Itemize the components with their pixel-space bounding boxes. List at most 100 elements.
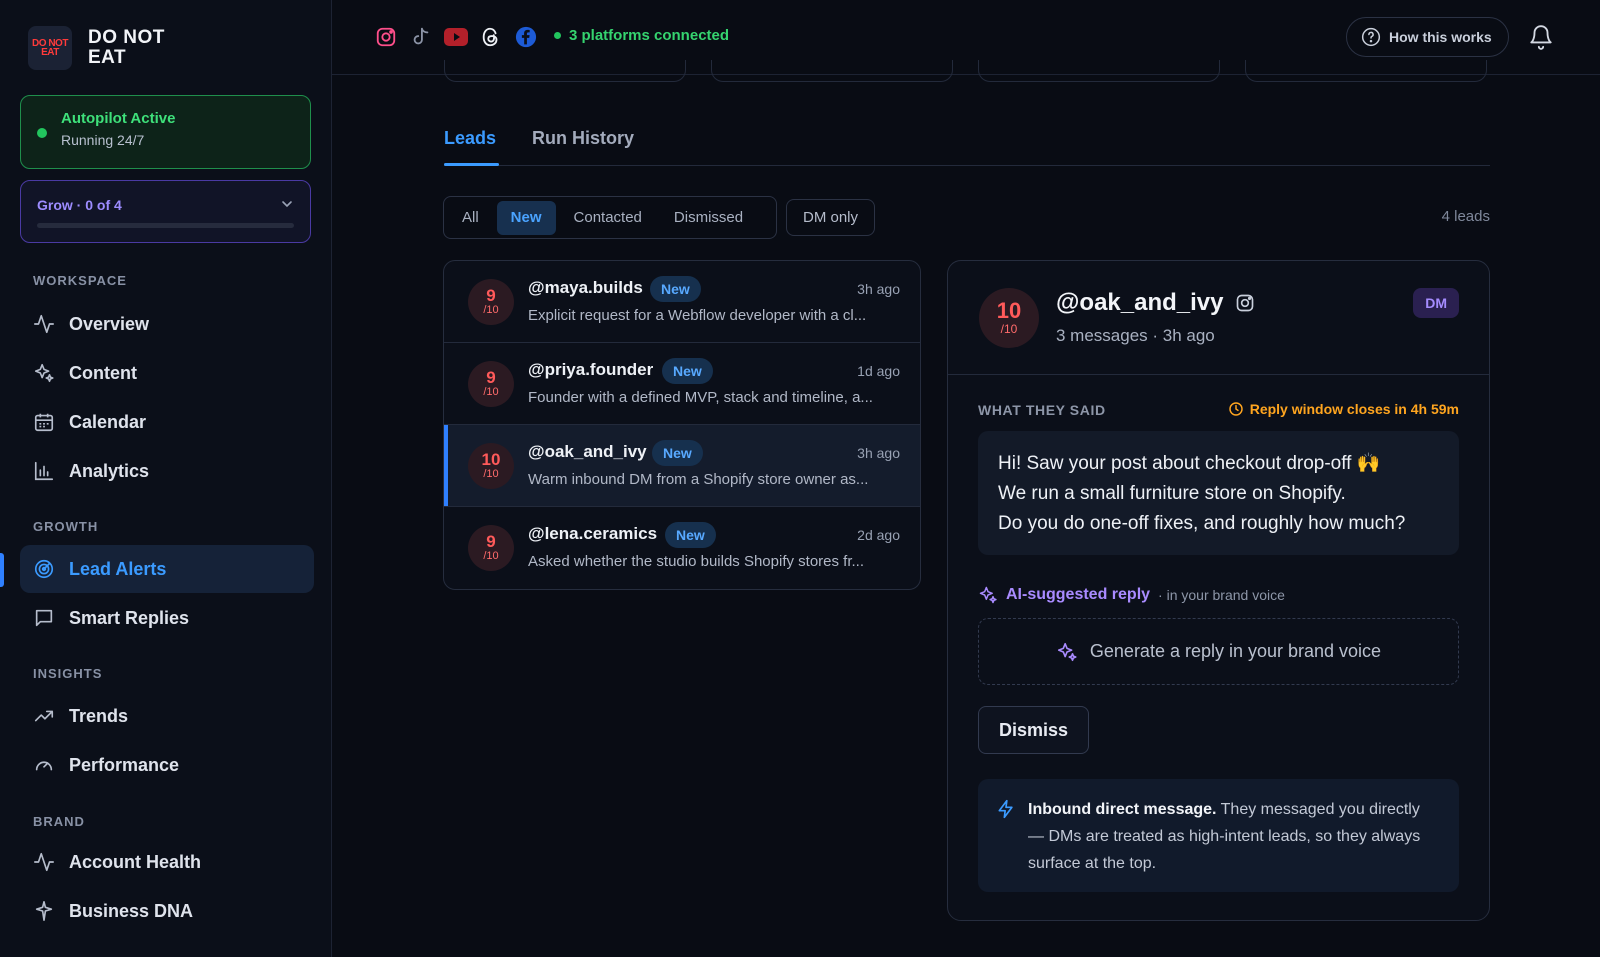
score-denominator: /10 bbox=[483, 468, 499, 480]
brand-name-line1: DO NOT bbox=[88, 27, 165, 48]
filter-new[interactable]: New bbox=[496, 200, 556, 235]
dna-icon bbox=[33, 900, 55, 922]
sidebar-item-account-health[interactable]: Account Health bbox=[20, 838, 314, 886]
sidebar-item-lead-alerts[interactable]: Lead Alerts bbox=[20, 545, 314, 593]
score-denominator: /10 bbox=[1000, 321, 1018, 336]
sidebar-item-label: Performance bbox=[69, 754, 180, 775]
generate-reply-label: Generate a reply in your brand voice bbox=[1089, 641, 1382, 661]
tab-bar: Leads Run History bbox=[444, 126, 1490, 166]
score-value: 9 bbox=[486, 532, 496, 551]
instagram-icon[interactable] bbox=[374, 25, 398, 49]
sidebar-item-label: Lead Alerts bbox=[69, 558, 167, 579]
sidebar-item-label: Calendar bbox=[69, 411, 147, 432]
sidebar-item-label: Trends bbox=[69, 705, 129, 726]
generate-reply-button[interactable]: Generate a reply in your brand voice bbox=[978, 618, 1459, 685]
lead-snippet: Warm inbound DM from a Shopify store own… bbox=[528, 471, 869, 488]
lead-handle: @lena.ceramics bbox=[528, 524, 658, 543]
sidebar-item-label: Business DNA bbox=[69, 900, 194, 921]
inbound-message: Hi! Saw your post about checkout drop-of… bbox=[978, 431, 1459, 555]
lead-handle: @maya.builds bbox=[528, 278, 643, 297]
radar-icon bbox=[33, 558, 55, 580]
how-this-works-button[interactable]: How this works bbox=[1346, 17, 1509, 57]
score-value: 9 bbox=[486, 368, 496, 387]
activity-icon bbox=[33, 851, 55, 873]
sidebar-item-overview[interactable]: Overview bbox=[20, 300, 314, 348]
bell-icon[interactable] bbox=[1528, 24, 1554, 50]
gauge-icon bbox=[33, 754, 55, 776]
score-denominator: /10 bbox=[483, 550, 499, 562]
how-this-works-label: How this works bbox=[1389, 29, 1492, 45]
youtube-icon[interactable] bbox=[444, 25, 468, 49]
clock-icon bbox=[1228, 402, 1243, 416]
score-denominator: /10 bbox=[483, 304, 499, 316]
brand-name-line2: EAT bbox=[88, 47, 127, 68]
filter-all[interactable]: All bbox=[448, 201, 493, 235]
zap-icon bbox=[998, 799, 1013, 819]
active-nav-indicator bbox=[0, 553, 4, 587]
lead-list: 9/10 @maya.builds New 3h ago Explicit re… bbox=[443, 260, 921, 590]
dismiss-button[interactable]: Dismiss bbox=[978, 706, 1090, 754]
lead-count: 4 leads bbox=[1441, 208, 1490, 225]
tab-run-history[interactable]: Run History bbox=[532, 128, 634, 149]
connected-dot-icon bbox=[554, 32, 561, 39]
ai-reply-heading: AI-suggested reply · in your brand voice bbox=[978, 585, 1285, 605]
calendar-icon bbox=[33, 411, 55, 433]
activity-icon bbox=[33, 313, 55, 335]
lead-time: 3h ago bbox=[857, 281, 900, 297]
lead-row[interactable]: 9/10 @priya.founder New 1d ago Founder w… bbox=[444, 343, 920, 425]
inbound-dm-info: Inbound direct message. They messaged yo… bbox=[978, 779, 1459, 892]
facebook-icon[interactable] bbox=[514, 25, 538, 49]
new-badge: New bbox=[650, 276, 701, 302]
status-dot-icon bbox=[37, 128, 47, 138]
threads-icon[interactable] bbox=[479, 25, 503, 49]
lead-row-selected[interactable]: 10/10 @oak_and_ivy New 3h ago Warm inbou… bbox=[444, 425, 920, 507]
message-line: Hi! Saw your post about checkout drop-of… bbox=[998, 453, 1381, 474]
instagram-icon[interactable] bbox=[1235, 293, 1255, 313]
info-title: Inbound direct message. bbox=[1028, 801, 1217, 818]
platforms-connected-status: 3 platforms connected bbox=[554, 27, 729, 44]
stat-card-partial bbox=[978, 60, 1220, 82]
plan-selector[interactable]: Grow · 0 of 4 bbox=[20, 180, 311, 243]
ai-reply-sub: · in your brand voice bbox=[1158, 587, 1285, 603]
sparkles-icon bbox=[1057, 642, 1077, 661]
sidebar-item-performance[interactable]: Performance bbox=[20, 741, 314, 789]
trending-up-icon bbox=[33, 705, 55, 727]
new-badge: New bbox=[652, 440, 703, 466]
sidebar-item-content[interactable]: Content bbox=[20, 349, 314, 397]
chevron-down-icon bbox=[282, 201, 292, 208]
sidebar-item-calendar[interactable]: Calendar bbox=[20, 398, 314, 446]
lead-handle: @priya.founder bbox=[528, 360, 654, 379]
help-circle-icon bbox=[1361, 27, 1381, 47]
logo-text-2: EAT bbox=[41, 47, 59, 58]
tab-leads[interactable]: Leads bbox=[444, 128, 496, 149]
sidebar-item-label: Content bbox=[69, 362, 137, 383]
autopilot-title: Autopilot Active bbox=[61, 110, 176, 127]
lead-score: 9/10 bbox=[468, 361, 514, 407]
sidebar-item-analytics[interactable]: Analytics bbox=[20, 447, 314, 495]
stat-card-partial bbox=[1245, 60, 1487, 82]
lead-snippet: Founder with a defined MVP, stack and ti… bbox=[528, 389, 873, 406]
message-line: We run a small furniture store on Shopif… bbox=[998, 483, 1346, 504]
autopilot-status-card[interactable]: Autopilot Active Running 24/7 bbox=[20, 95, 311, 169]
lead-snippet: Explicit request for a Webflow developer… bbox=[528, 307, 867, 324]
sidebar-item-business-dna[interactable]: Business DNA bbox=[20, 887, 314, 935]
plan-label: Grow · 0 of 4 bbox=[37, 197, 122, 213]
tiktok-icon[interactable] bbox=[409, 25, 433, 49]
brand[interactable]: DO NOT EAT DO NOT EAT bbox=[28, 26, 165, 70]
filter-contacted[interactable]: Contacted bbox=[560, 201, 656, 235]
filter-dismissed[interactable]: Dismissed bbox=[660, 201, 757, 235]
sparkles-icon bbox=[33, 362, 55, 384]
lead-score: 10/10 bbox=[468, 443, 514, 489]
lead-score: 10/10 bbox=[979, 288, 1039, 348]
sidebar-item-trends[interactable]: Trends bbox=[20, 692, 314, 740]
plan-progress-bar bbox=[37, 223, 294, 228]
lead-row[interactable]: 9/10 @lena.ceramics New 2d ago Asked whe… bbox=[444, 507, 920, 589]
dm-only-toggle[interactable]: DM only bbox=[786, 199, 876, 236]
sidebar-item-smart-replies[interactable]: Smart Replies bbox=[20, 594, 314, 642]
lead-handle[interactable]: @oak_and_ivy bbox=[1056, 289, 1223, 317]
sparkles-icon bbox=[979, 586, 997, 604]
lead-time: 1d ago bbox=[857, 363, 900, 379]
ai-reply-label: AI-suggested reply bbox=[1006, 586, 1151, 603]
reply-window-text: Reply window closes in 4h 59m bbox=[1249, 401, 1459, 417]
lead-row[interactable]: 9/10 @maya.builds New 3h ago Explicit re… bbox=[444, 261, 920, 343]
